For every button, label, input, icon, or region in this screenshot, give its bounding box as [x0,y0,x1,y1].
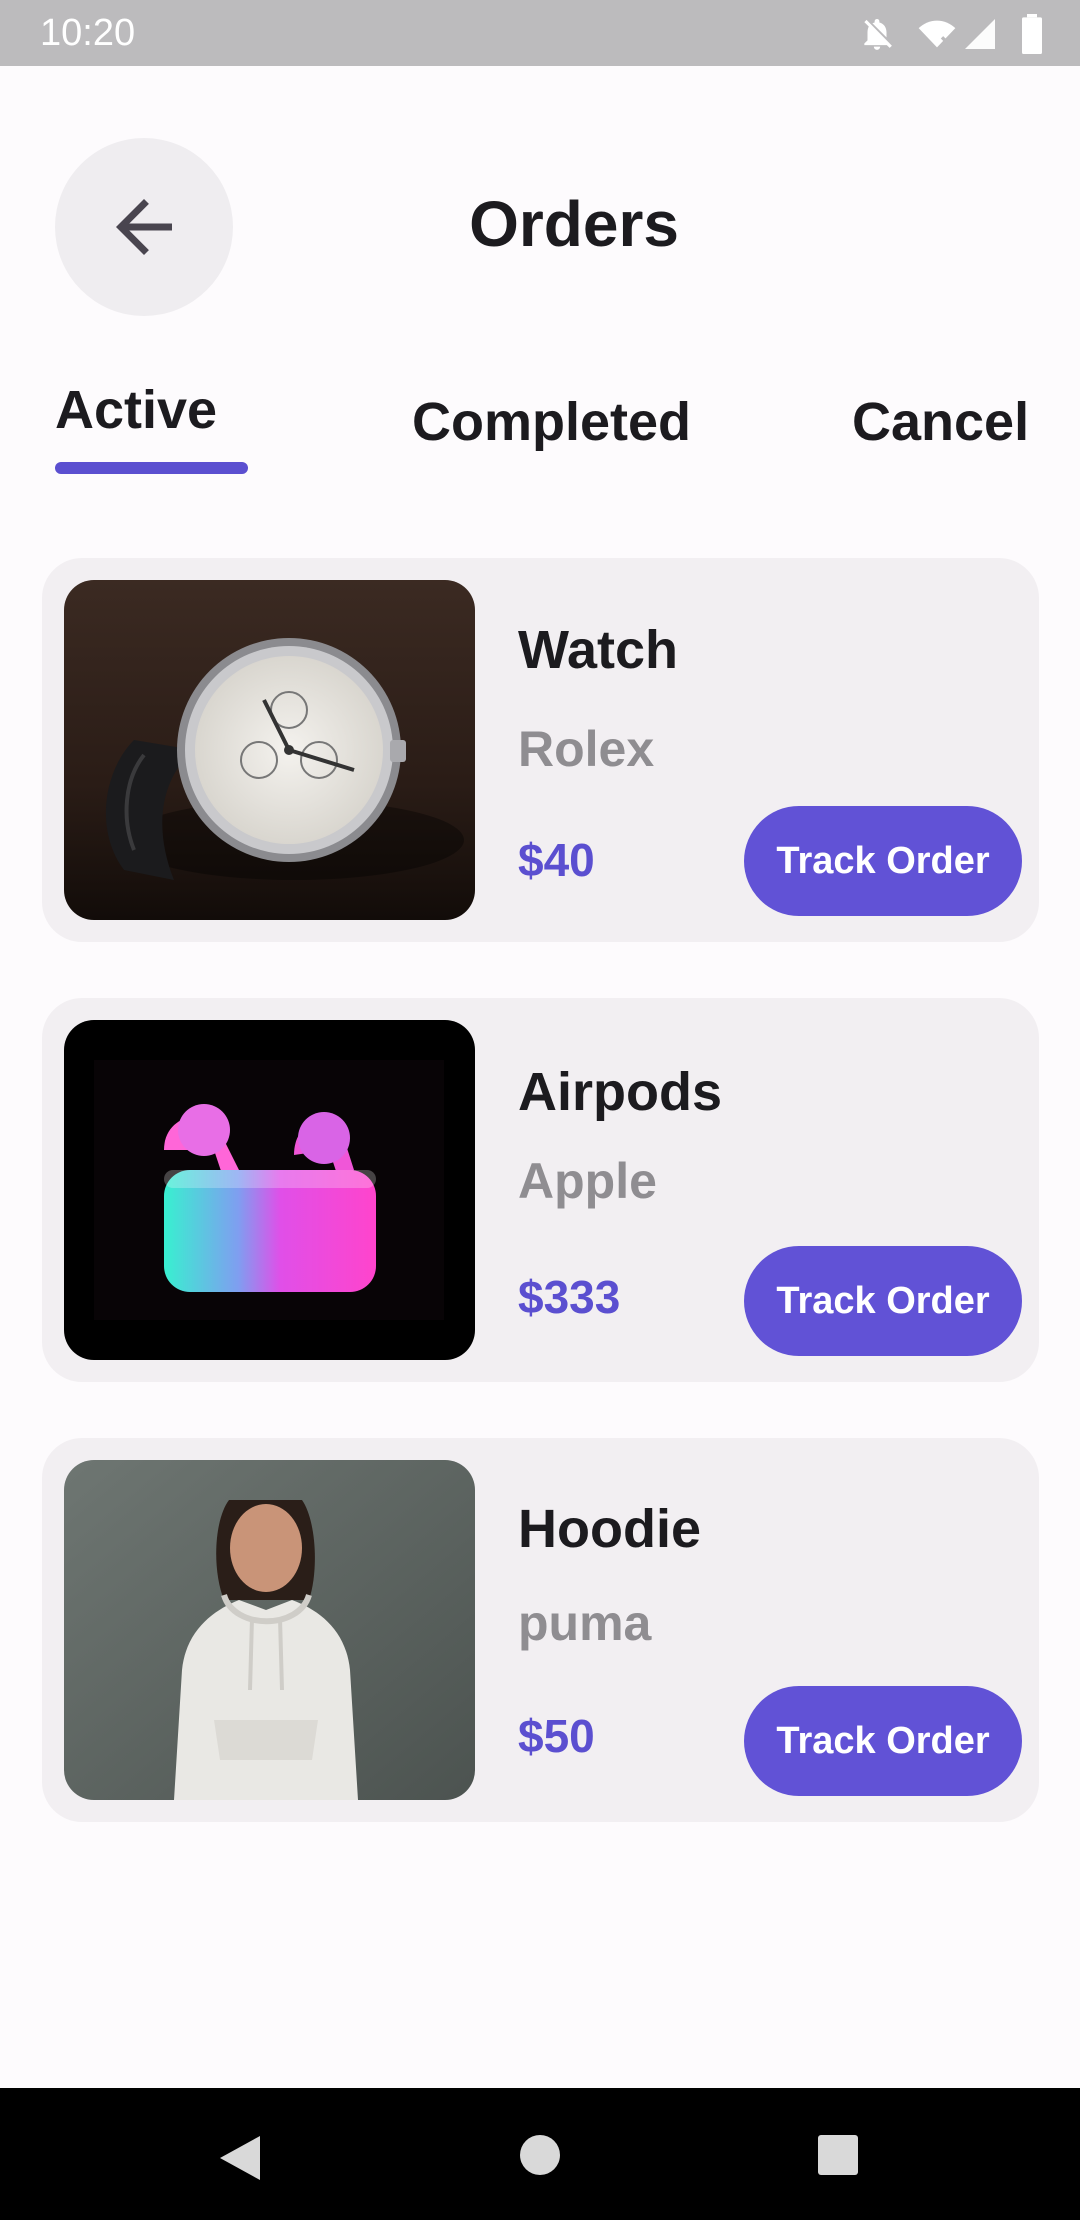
hoodie-image [64,1460,475,1800]
airpods-image [64,1020,475,1360]
battery-icon [1022,14,1042,54]
item-brand: Apple [518,1153,657,1209]
page-title: Orders [469,188,679,260]
item-name: Hoodie [518,1499,701,1559]
item-brand: puma [518,1595,652,1651]
order-card: Hoodie puma $50 Track Order [42,1438,1039,1822]
status-time: 10:20 [40,12,136,54]
status-bar: 10:20 [0,0,1080,66]
home-circle-icon[interactable] [519,2134,561,2176]
track-order-button[interactable]: Track Order [744,806,1022,916]
active-tab-indicator [55,462,248,474]
recents-square-icon[interactable] [817,2134,859,2176]
track-order-button[interactable]: Track Order [744,1686,1022,1796]
tab-cancel[interactable]: Cancel [852,390,1029,454]
order-card: Airpods Apple $333 Track Order [42,998,1039,1382]
item-price: $40 [518,834,595,886]
tab-completed[interactable]: Completed [412,390,691,454]
tab-active[interactable]: Active [55,378,217,442]
back-triangle-icon[interactable] [218,2134,262,2182]
item-name: Watch [518,620,678,680]
notifications-off-icon [864,18,892,50]
item-brand: Rolex [518,721,655,777]
order-card: Watch Rolex $40 Track Order [42,558,1039,942]
item-price: $50 [518,1710,595,1762]
item-price: $333 [518,1271,621,1323]
item-name: Airpods [518,1062,723,1122]
system-nav-bar [0,2088,1080,2220]
signal-icon [965,19,995,49]
track-order-button[interactable]: Track Order [744,1246,1022,1356]
watch-image [64,580,475,920]
wifi-icon [918,20,956,48]
